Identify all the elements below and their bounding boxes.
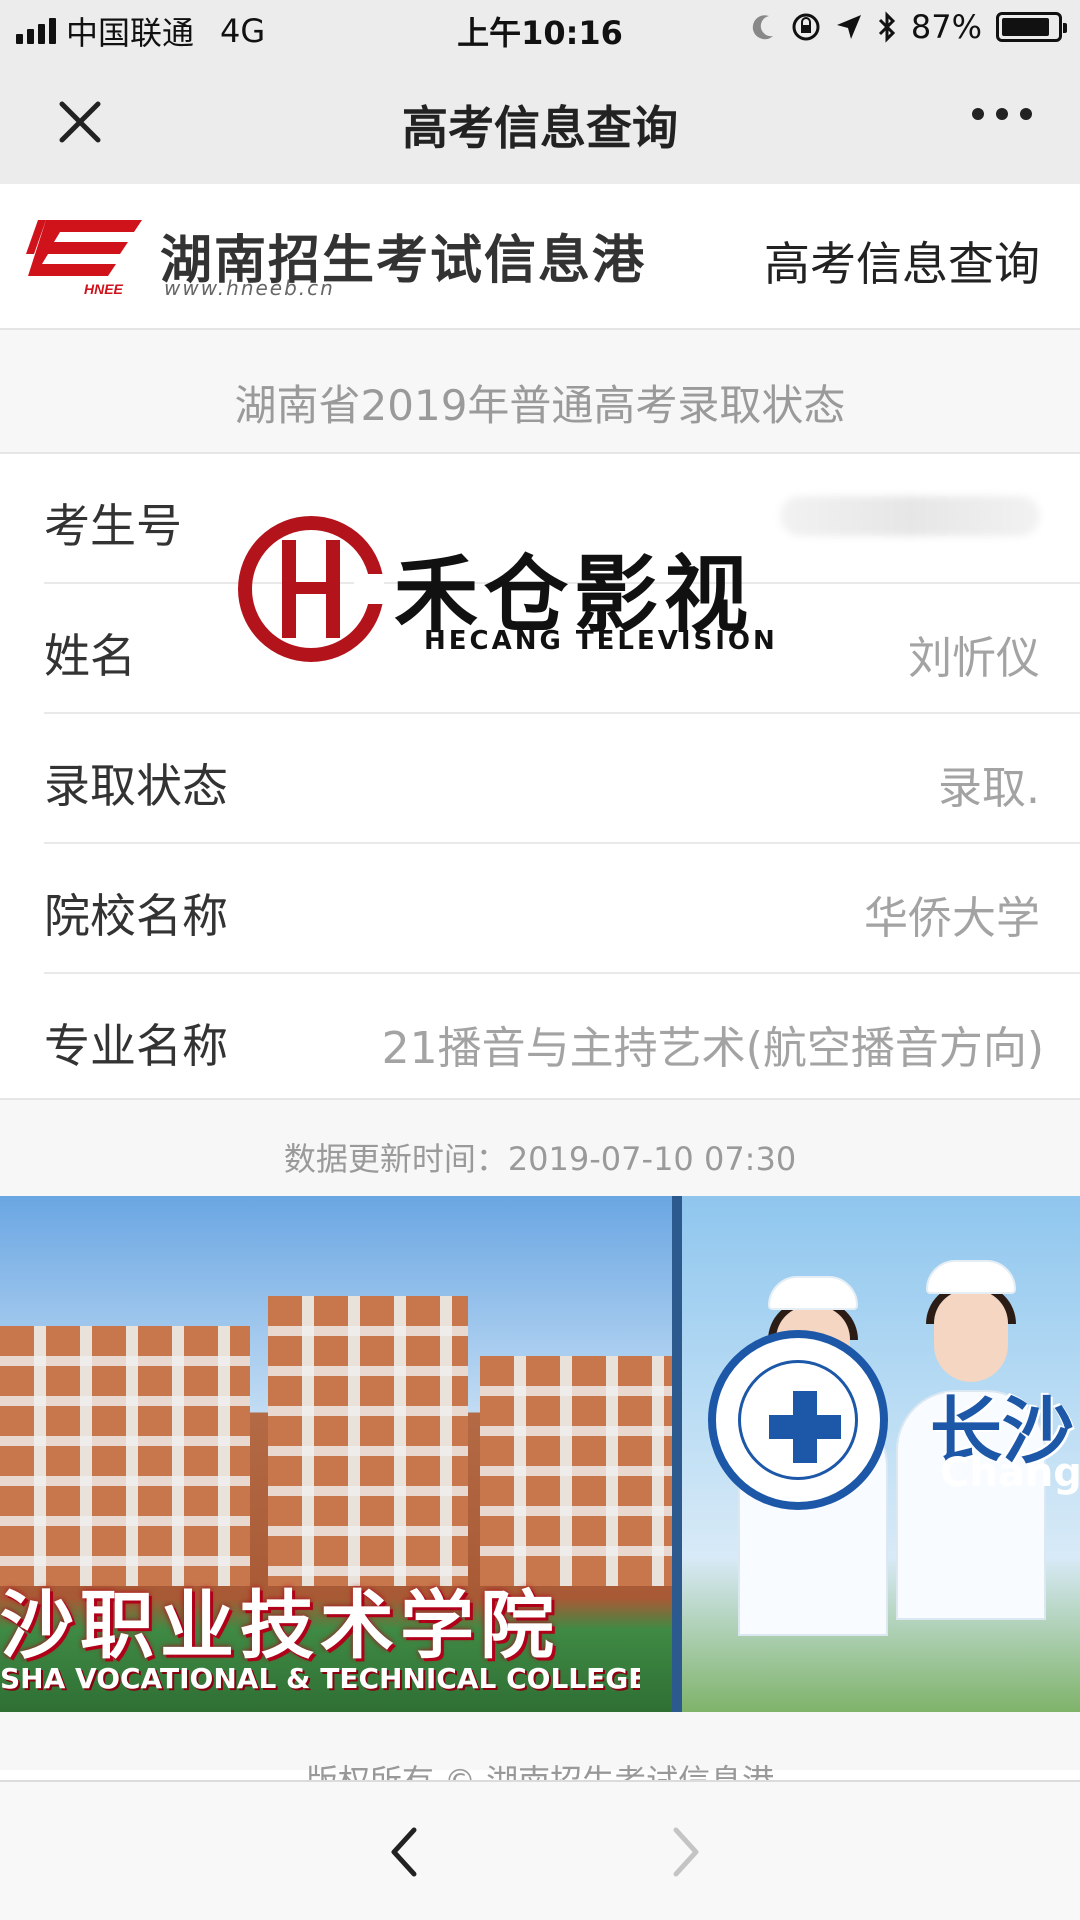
moon-icon — [752, 15, 773, 40]
row-label: 院校名称 — [44, 889, 228, 943]
exam-number-value-blurred — [780, 496, 1040, 536]
row-label: 专业名称 — [44, 1019, 228, 1073]
status-bar: 中国联通 4G 上午10:16 87% — [0, 0, 1080, 56]
chevron-right-icon[interactable] — [656, 1822, 712, 1882]
nav-title: 高考信息查询 — [402, 101, 678, 155]
copyright: 版权所有 © 湖南招生考试信息港 — [305, 1762, 775, 1782]
hecang-logo-icon — [238, 516, 384, 662]
row-label: 考生号 — [44, 499, 182, 553]
watermark: 禾仓影视 HECANG TELEVISION — [236, 514, 775, 664]
location-icon — [836, 15, 861, 39]
nav-bar: 高考信息查询 — [0, 56, 1080, 184]
hnee-logo[interactable]: HNEE — [24, 214, 148, 298]
status-right: 87% — [751, 8, 1067, 46]
bottom-toolbar — [0, 1780, 1080, 1920]
building-left — [0, 1326, 250, 1586]
row-label: 录取状态 — [44, 759, 228, 813]
row-label: 姓名 — [44, 629, 136, 683]
chevron-left-icon[interactable] — [378, 1822, 434, 1882]
banner-carousel[interactable]: 沙职业技术学院 SHA VOCATIONAL & TECHNICAL COLLE… — [0, 1196, 1080, 1712]
site-url: www.hneeb.cn — [164, 276, 335, 300]
building-right — [480, 1356, 672, 1586]
slide-a-title: 沙职业技术学院 — [0, 1583, 560, 1669]
slide-b-latin: Chang — [940, 1450, 1080, 1496]
battery-icon — [996, 12, 1067, 42]
building-center — [268, 1296, 468, 1586]
update-time: 数据更新时间：2019-07-10 07:30 — [283, 1140, 797, 1178]
row-major-name: 专业名称 21播音与主持艺术(航空播音方向) — [44, 974, 1080, 1104]
rotation-lock-icon — [792, 13, 820, 41]
header-query-link[interactable]: 高考信息查询 — [764, 228, 1040, 294]
battery-fill — [1002, 18, 1049, 36]
slide-a-subtitle: SHA VOCATIONAL & TECHNICAL COLLEGE — [0, 1662, 640, 1695]
slide-divider — [672, 1196, 682, 1712]
slide-college-a[interactable]: 沙职业技术学院 SHA VOCATIONAL & TECHNICAL COLLE… — [0, 1196, 672, 1712]
row-value: 刘忻仪 — [908, 633, 1040, 684]
row-admission-status: 录取状态 录取. — [44, 714, 1080, 844]
site-header: HNEE 湖南招生考试信息港 www.hneeb.cn 高考信息查询 — [0, 184, 1080, 330]
svg-text:HNEE: HNEE — [84, 281, 124, 297]
row-value: 21播音与主持艺术(航空播音方向) — [381, 1023, 1044, 1074]
battery-percent: 87% — [910, 8, 982, 46]
watermark-subtitle: HECANG TELEVISION — [424, 626, 778, 656]
row-value: 华侨大学 — [864, 893, 1040, 944]
bluetooth-icon — [878, 11, 895, 43]
college-emblem-icon — [708, 1330, 888, 1510]
section-title: 湖南省2019年普通高考录取状态 — [234, 381, 846, 430]
row-value: 录取. — [938, 763, 1040, 814]
row-school-name: 院校名称 华侨大学 — [44, 844, 1080, 974]
more-icon[interactable] — [972, 108, 1032, 120]
